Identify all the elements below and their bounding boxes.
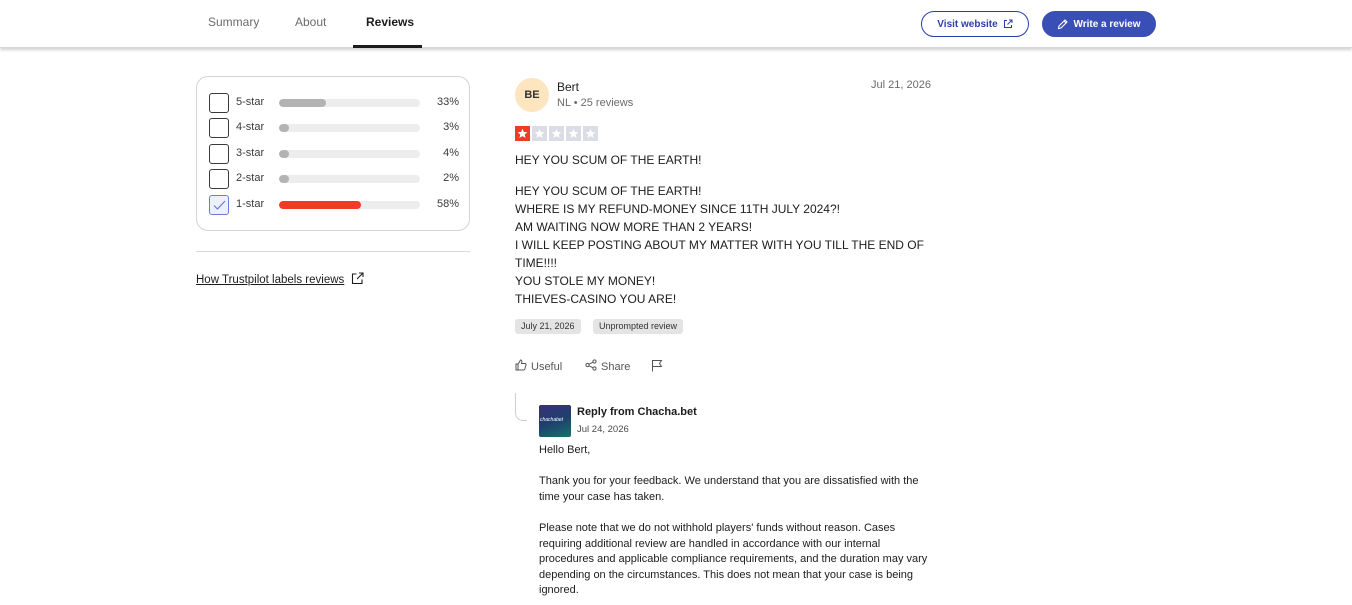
filter-row-4-star[interactable]: 4-star 3% bbox=[209, 118, 459, 138]
review-body: HEY YOU SCUM OF THE EARTH! WHERE IS MY R… bbox=[515, 182, 925, 308]
review-body-line: AM WAITING NOW MORE THAN 2 YEARS! bbox=[515, 220, 753, 234]
reply-date: Jul 24, 2026 bbox=[577, 424, 629, 435]
visit-website-label: Visit website bbox=[937, 18, 998, 30]
reviewer-review-count: 25 reviews bbox=[580, 97, 634, 109]
checkbox-4-star[interactable] bbox=[209, 118, 229, 138]
share-label: Share bbox=[601, 360, 631, 373]
thumbs-up-icon bbox=[515, 359, 527, 374]
review-body-line: HEY YOU SCUM OF THE EARTH! bbox=[515, 184, 702, 198]
share-icon bbox=[585, 359, 597, 374]
star-icon bbox=[583, 126, 598, 141]
star-filter-panel: 5-star 33% 4-star 3% 3-star 4% 2-star 2%… bbox=[196, 76, 470, 231]
pencil-icon bbox=[1057, 18, 1069, 30]
reviewer-meta: NL • 25 reviews bbox=[557, 97, 634, 109]
star-icon bbox=[566, 126, 581, 141]
filter-label: 3-star bbox=[236, 147, 265, 159]
filter-label: 5-star bbox=[236, 96, 265, 108]
useful-button[interactable]: Useful bbox=[515, 359, 562, 374]
checkmark-icon bbox=[213, 200, 226, 210]
tab-reviews[interactable]: Reviews bbox=[366, 0, 414, 48]
reply-body: Hello Bert, Thank you for your feedback.… bbox=[539, 443, 934, 605]
checkbox-5-star[interactable] bbox=[209, 93, 229, 113]
filter-percent: 58% bbox=[436, 198, 459, 210]
review-body-line: WHERE IS MY REFUND-MONEY SINCE 11TH JULY… bbox=[515, 202, 840, 216]
star-icon bbox=[532, 126, 547, 141]
distribution-bar-fill bbox=[279, 99, 326, 107]
distribution-bar bbox=[279, 175, 420, 183]
write-review-label: Write a review bbox=[1073, 18, 1141, 30]
reply-connector-line bbox=[515, 393, 527, 421]
experience-date-badge: July 21, 2026 bbox=[515, 319, 581, 334]
active-tab-indicator bbox=[353, 45, 422, 48]
avatar[interactable]: BE bbox=[515, 78, 549, 112]
reply-paragraph: Thank you for your feedback. We understa… bbox=[539, 475, 919, 503]
unprompted-review-badge[interactable]: Unprompted review bbox=[593, 319, 684, 334]
checkbox-3-star[interactable] bbox=[209, 144, 229, 164]
filter-percent: 4% bbox=[443, 147, 459, 159]
distribution-bar bbox=[279, 124, 420, 132]
filter-label: 1-star bbox=[236, 198, 265, 210]
checkbox-2-star[interactable] bbox=[209, 169, 229, 189]
external-link-icon bbox=[1003, 19, 1013, 29]
filter-row-3-star[interactable]: 3-star 4% bbox=[209, 144, 459, 164]
flag-icon bbox=[651, 359, 663, 375]
review-date: Jul 21, 2026 bbox=[871, 79, 931, 91]
distribution-bar-fill bbox=[279, 201, 361, 209]
star-icon bbox=[515, 126, 530, 141]
distribution-bar-fill bbox=[279, 150, 289, 158]
filter-row-5-star[interactable]: 5-star 33% bbox=[209, 93, 459, 113]
reply-paragraph: Please note that we do not withhold play… bbox=[539, 521, 928, 597]
review-title[interactable]: HEY YOU SCUM OF THE EARTH! bbox=[515, 153, 701, 167]
distribution-bar bbox=[279, 99, 420, 107]
star-icon bbox=[549, 126, 564, 141]
filter-percent: 3% bbox=[443, 121, 459, 133]
reviewer-name[interactable]: Bert bbox=[557, 80, 579, 94]
filter-label: 2-star bbox=[236, 172, 265, 184]
checkbox-1-star[interactable] bbox=[209, 195, 229, 215]
distribution-bar-fill bbox=[279, 124, 289, 132]
company-logo-text: chachabet bbox=[540, 417, 564, 423]
filter-label: 4-star bbox=[236, 121, 265, 133]
review-body-line: YOU STOLE MY MONEY! bbox=[515, 274, 656, 288]
tab-summary[interactable]: Summary bbox=[208, 0, 259, 48]
review-body-line: I WILL KEEP POSTING ABOUT MY MATTER WITH… bbox=[515, 238, 924, 270]
visit-website-button[interactable]: Visit website bbox=[921, 11, 1029, 37]
external-link-icon bbox=[351, 272, 364, 288]
distribution-bar bbox=[279, 150, 420, 158]
useful-label: Useful bbox=[531, 360, 563, 373]
reply-author: Reply from Chacha.bet bbox=[577, 406, 697, 418]
company-logo: chachabet bbox=[539, 405, 571, 437]
top-navigation: Summary About Reviews Visit website Writ… bbox=[0, 0, 1352, 48]
tab-about[interactable]: About bbox=[295, 0, 326, 48]
reply-paragraph: Hello Bert, bbox=[539, 444, 591, 456]
filter-percent: 2% bbox=[443, 172, 459, 184]
filter-percent: 33% bbox=[436, 96, 459, 108]
how-trustpilot-labels-reviews-link[interactable]: How Trustpilot labels reviews bbox=[196, 272, 364, 288]
share-button[interactable]: Share bbox=[585, 359, 630, 374]
distribution-bar bbox=[279, 201, 420, 209]
labels-link-text: How Trustpilot labels reviews bbox=[196, 274, 345, 286]
report-flag-button[interactable] bbox=[651, 359, 663, 375]
filter-row-2-star[interactable]: 2-star 2% bbox=[209, 169, 459, 189]
filter-row-1-star[interactable]: 1-star 58% bbox=[209, 195, 459, 215]
review-body-line: THIEVES-CASINO YOU ARE! bbox=[515, 292, 677, 306]
sidebar-divider bbox=[196, 251, 470, 252]
star-rating bbox=[515, 126, 598, 141]
reviewer-country: NL bbox=[557, 97, 571, 109]
distribution-bar-fill bbox=[279, 175, 289, 183]
write-review-button[interactable]: Write a review bbox=[1042, 11, 1156, 37]
